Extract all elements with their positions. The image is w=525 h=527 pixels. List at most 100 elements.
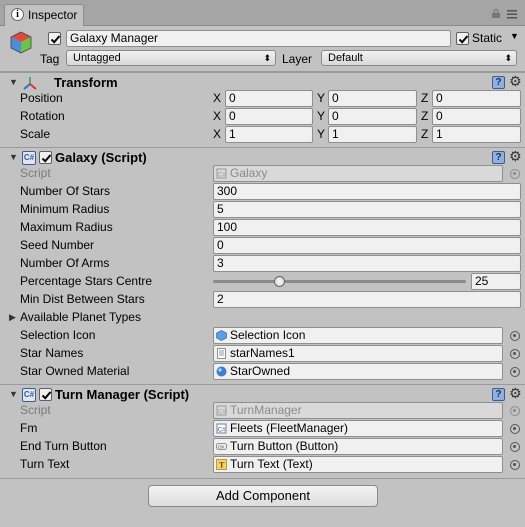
object-picker-icon[interactable] xyxy=(510,460,520,470)
axis-y-label: Y xyxy=(317,91,326,105)
available-planet-types-label[interactable]: Available Planet Types xyxy=(20,310,141,324)
prefab-icon xyxy=(216,330,227,341)
end-turn-button-value: Turn Button (Button) xyxy=(230,439,339,453)
static-checkbox[interactable] xyxy=(456,32,469,45)
tag-label: Tag xyxy=(40,52,60,66)
seed-number-label: Seed Number xyxy=(20,238,95,252)
galaxy-enabled-checkbox[interactable] xyxy=(39,151,52,164)
info-icon: i xyxy=(11,8,24,21)
rotation-label: Rotation xyxy=(20,109,65,123)
gear-icon[interactable]: ⚙ xyxy=(509,149,522,163)
turn-text-label: Turn Text xyxy=(20,457,70,471)
star-owned-material-field[interactable]: StarOwned xyxy=(213,363,503,380)
object-picker-icon xyxy=(510,406,520,416)
transform-header[interactable]: ▼ Transform ? ⚙ xyxy=(0,72,525,92)
position-y-input[interactable]: 0 xyxy=(328,90,417,107)
checkmark-icon xyxy=(50,35,61,44)
layer-dropdown[interactable]: Default ⬍ xyxy=(321,50,517,66)
menu-icon[interactable] xyxy=(506,8,518,20)
help-icon[interactable]: ? xyxy=(492,76,505,89)
galaxy-script-header[interactable]: ▼ C# Galaxy (Script) ? ⚙ xyxy=(0,147,525,167)
scale-y-input[interactable]: 1 xyxy=(328,126,417,143)
number-of-arms-input[interactable]: 3 xyxy=(213,255,521,272)
tab-bar: i Inspector xyxy=(0,0,525,26)
axis-z-label: Z xyxy=(421,91,429,105)
percentage-slider-thumb[interactable] xyxy=(273,276,285,287)
checkmark-icon xyxy=(458,35,469,44)
tag-dropdown[interactable]: Untagged ⬍ xyxy=(66,50,276,66)
script-file-icon: C# xyxy=(216,423,227,434)
percentage-stars-centre-label: Percentage Stars Centre xyxy=(20,274,153,288)
object-picker-icon[interactable] xyxy=(510,331,520,341)
text-component-icon: T xyxy=(216,459,227,470)
tab-label: Inspector xyxy=(28,8,78,22)
svg-text:C#: C# xyxy=(218,428,226,434)
percentage-input[interactable]: 25 xyxy=(471,273,521,290)
foldout-open-icon[interactable]: ▼ xyxy=(9,77,18,87)
scale-z-input[interactable]: 1 xyxy=(432,126,521,143)
chevron-updown-icon: ⬍ xyxy=(504,53,512,63)
foldout-open-icon[interactable]: ▼ xyxy=(9,389,18,399)
static-label: Static xyxy=(472,31,503,45)
divider xyxy=(0,478,525,479)
tab-inspector[interactable]: i Inspector xyxy=(4,4,84,26)
script-file-icon: C# xyxy=(216,405,227,416)
turn-manager-title: Turn Manager (Script) xyxy=(55,387,190,402)
star-owned-material-label: Star Owned Material xyxy=(20,364,130,378)
turn-manager-header[interactable]: ▼ C# Turn Manager (Script) ? ⚙ xyxy=(0,384,525,404)
selection-icon-label: Selection Icon xyxy=(20,328,96,342)
end-turn-button-field[interactable]: OK Turn Button (Button) xyxy=(213,438,503,455)
position-x-input[interactable]: 0 xyxy=(225,90,313,107)
object-picker-icon[interactable] xyxy=(510,367,520,377)
help-icon[interactable]: ? xyxy=(492,388,505,401)
static-dropdown-arrow-icon[interactable]: ▼ xyxy=(510,31,519,41)
rotation-z-input[interactable]: 0 xyxy=(432,108,521,125)
lock-icon[interactable] xyxy=(491,9,501,18)
star-names-field[interactable]: starNames1 xyxy=(213,345,503,362)
gear-icon[interactable]: ⚙ xyxy=(509,386,522,400)
number-of-stars-input[interactable]: 300 xyxy=(213,183,521,200)
seed-number-input[interactable]: 0 xyxy=(213,237,521,254)
turn-manager-script-value: TurnManager xyxy=(230,403,302,417)
turn-manager-enabled-checkbox[interactable] xyxy=(39,388,52,401)
object-picker-icon[interactable] xyxy=(510,442,520,452)
min-dist-input[interactable]: 2 xyxy=(213,291,521,308)
object-picker-icon[interactable] xyxy=(510,424,520,434)
help-icon[interactable]: ? xyxy=(492,151,505,164)
star-owned-material-value: StarOwned xyxy=(230,364,291,378)
percentage-slider-track[interactable] xyxy=(213,280,466,283)
scale-label: Scale xyxy=(20,127,51,141)
selection-icon-field[interactable]: Selection Icon xyxy=(213,327,503,344)
maximum-radius-input[interactable]: 100 xyxy=(213,219,521,236)
material-sphere-icon xyxy=(216,366,227,377)
rotation-y-input[interactable]: 0 xyxy=(328,108,417,125)
foldout-open-icon[interactable]: ▼ xyxy=(9,152,18,162)
text-asset-icon xyxy=(217,348,226,359)
minimum-radius-label: Minimum Radius xyxy=(20,202,110,216)
minimum-radius-input[interactable]: 5 xyxy=(213,201,521,218)
object-name-input[interactable]: Galaxy Manager xyxy=(66,30,451,47)
object-picker-icon[interactable] xyxy=(510,349,520,359)
chevron-updown-icon: ⬍ xyxy=(263,53,271,63)
foldout-closed-icon[interactable]: ▶ xyxy=(9,312,16,323)
min-dist-label: Min Dist Between Stars xyxy=(20,292,145,306)
rotation-x-input[interactable]: 0 xyxy=(225,108,313,125)
gameobject-cube-icon xyxy=(10,31,32,54)
turn-manager-script-field: C# TurnManager xyxy=(213,402,503,419)
galaxy-fields: Script C# Galaxy Number Of Stars 300 Min… xyxy=(0,165,525,380)
add-component-button[interactable]: Add Component xyxy=(148,485,378,507)
axis-y-label: Y xyxy=(317,109,326,123)
transform-rows: Position X 0 Y 0 Z 0 Rotation X 0 Y 0 Z … xyxy=(0,90,525,144)
star-names-value: starNames1 xyxy=(230,346,295,360)
turn-manager-fields: Script C# TurnManager Fm C# Fleets (Flee… xyxy=(0,402,525,474)
fm-field[interactable]: C# Fleets (FleetManager) xyxy=(213,420,503,437)
number-of-stars-label: Number Of Stars xyxy=(20,184,111,198)
gear-icon[interactable]: ⚙ xyxy=(509,74,522,88)
position-z-input[interactable]: 0 xyxy=(432,90,521,107)
csharp-script-icon: C# xyxy=(22,151,36,165)
scale-x-input[interactable]: 1 xyxy=(225,126,313,143)
turn-text-field[interactable]: T Turn Text (Text) xyxy=(213,456,503,473)
end-turn-button-label: End Turn Button xyxy=(20,439,107,453)
axis-z-label: Z xyxy=(421,109,429,123)
active-checkbox[interactable] xyxy=(48,32,61,45)
